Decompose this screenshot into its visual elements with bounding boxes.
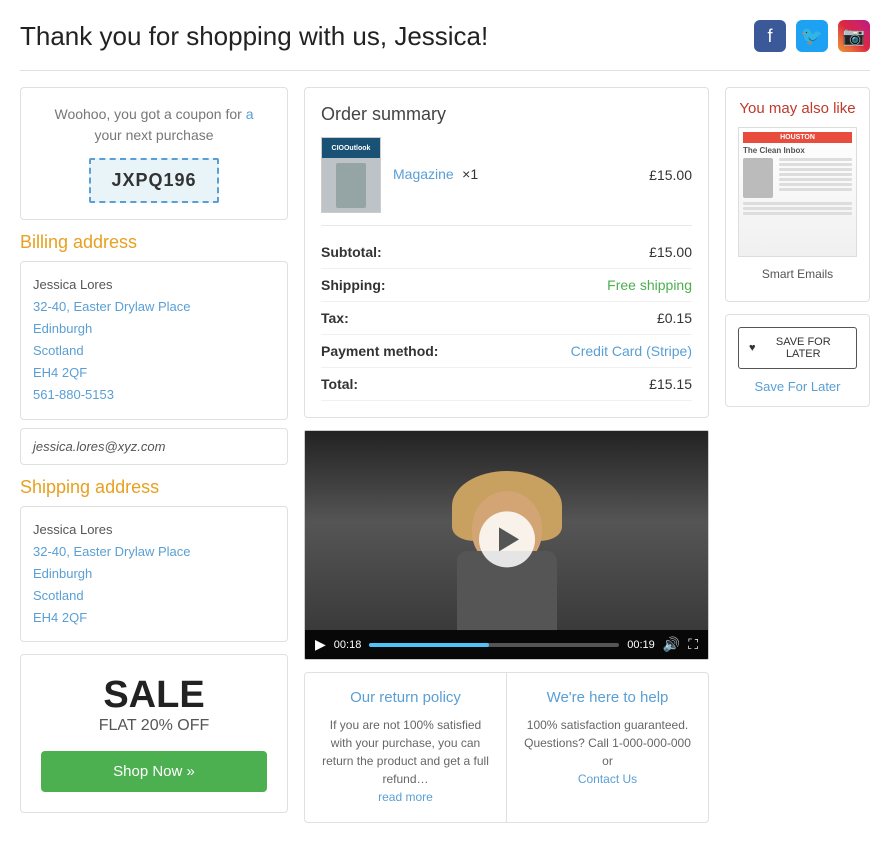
shop-now-button[interactable]: Shop Now » [41,751,267,792]
order-row-value: £15.15 [649,376,692,392]
magazine-cover: CIOOutlook [322,138,380,212]
main-layout: Woohoo, you got a coupon for a your next… [20,87,870,823]
order-row-label: Total: [321,376,358,392]
also-like-img-header: HOUSTON [743,132,852,143]
order-summary-title: Order summary [321,104,692,125]
order-item-qty: ×1 [462,166,478,182]
sale-title: SALE [41,675,267,717]
instagram-icon[interactable]: 📷 [838,20,870,52]
coupon-link[interactable]: a [246,106,254,122]
order-row: Shipping: Free shipping [321,269,692,302]
billing-title: Billing address [20,232,288,253]
order-item-row: CIOOutlook Magazine ×1 £15.00 [321,137,692,226]
billing-region: Scotland [33,340,275,362]
video-time-total: 00:19 [627,639,655,651]
shipping-region: Scotland [33,585,275,607]
right-column: You may also like HOUSTON The Clean Inbo… [725,87,870,823]
help-title: We're here to help [523,689,692,706]
heart-icon: ♥ [749,342,756,354]
order-item-info: Magazine ×1 [393,166,478,184]
right-content: Order summary CIOOutlook [304,87,709,823]
shipping-address1: 32-40, Easter Drylaw Place [33,541,275,563]
order-row-label: Payment method: [321,343,438,359]
help-col: We're here to help 100% satisfaction gua… [507,673,708,822]
magazine-header-text: CIOOutlook [332,145,371,152]
shipping-title: Shipping address [20,477,288,498]
save-later-button-label: SAVE FOR LATER [761,336,846,360]
billing-address-box: Jessica Lores 32-40, Easter Drylaw Place… [20,261,288,420]
billing-city: Edinburgh [33,318,275,340]
return-policy-title: Our return policy [321,689,490,706]
coupon-text: Woohoo, you got a coupon for a your next… [37,104,271,146]
shipping-city: Edinburgh [33,563,275,585]
video-fullscreen-icon[interactable]: ⛶ [688,636,698,653]
video-progress-bar[interactable] [369,643,619,647]
play-triangle-icon [499,527,519,551]
shipping-name: Jessica Lores [33,519,275,541]
sale-box: SALE FLAT 20% OFF Shop Now » [20,654,288,813]
facebook-icon[interactable]: f [754,20,786,52]
order-summary-section: Order summary CIOOutlook [304,87,709,418]
billing-phone: 561-880-5153 [33,384,275,406]
save-for-later-button[interactable]: ♥ SAVE FOR LATER [738,327,857,369]
order-row-value: £15.00 [649,244,692,260]
video-thumbnail [305,431,708,659]
save-later-label: Save For Later [755,379,841,394]
order-item-image: CIOOutlook [321,137,381,213]
return-policy-text: If you are not 100% satisfied with your … [321,716,490,806]
billing-postcode: EH4 2QF [33,362,275,384]
policy-row: Our return policy If you are not 100% sa… [304,672,709,823]
also-like-section: You may also like HOUSTON The Clean Inbo… [725,87,870,302]
shipping-postcode: EH4 2QF [33,607,275,629]
video-controls: ▶ 00:18 00:19 🔊 ⛶ [305,630,708,659]
order-row: Total: £15.15 [321,368,692,401]
coupon-code: JXPQ196 [89,158,218,203]
coupon-box: Woohoo, you got a coupon for a your next… [20,87,288,220]
social-icons: f 🐦 📷 [754,20,870,52]
shipping-address-box: Jessica Lores 32-40, Easter Drylaw Place… [20,506,288,642]
order-rows: Subtotal: £15.00 Shipping: Free shipping Tax… [321,236,692,401]
save-later-box: ♥ SAVE FOR LATER Save For Later [725,314,870,407]
order-row-value: Credit Card (Stripe) [571,343,692,359]
order-row: Payment method: Credit Card (Stripe) [321,335,692,368]
contact-us-link[interactable]: Contact Us [578,772,637,786]
order-row-value: £0.15 [657,310,692,326]
order-item-price: £15.00 [649,167,692,183]
video-play-icon[interactable]: ▶ [315,636,326,653]
order-row: Subtotal: £15.00 [321,236,692,269]
order-row-label: Tax: [321,310,349,326]
video-time-current: 00:18 [334,639,362,651]
billing-email: jessica.lores@xyz.com [20,428,288,465]
header: Thank you for shopping with us, Jessica!… [20,20,870,71]
sale-subtitle: FLAT 20% OFF [41,717,267,735]
help-text: 100% satisfaction guaranteed. Questions?… [523,716,692,788]
also-like-product-thumb [743,158,773,198]
billing-address1: 32-40, Easter Drylaw Place [33,296,275,318]
page-wrapper: Thank you for shopping with us, Jessica!… [0,0,890,843]
also-like-item-name: Smart Emails [738,267,857,281]
also-like-title: You may also like [738,100,857,117]
billing-name: Jessica Lores [33,274,275,296]
return-policy-read-more[interactable]: read more [378,790,433,804]
magazine-person [336,163,366,208]
page-title: Thank you for shopping with us, Jessica! [20,21,488,52]
return-policy-col: Our return policy If you are not 100% sa… [305,673,507,822]
also-like-image: HOUSTON The Clean Inbox [738,127,857,257]
video-play-button[interactable] [479,511,535,567]
order-row: Tax: £0.15 [321,302,692,335]
order-item-name: Magazine [393,166,454,182]
shipping-section: Shipping address Jessica Lores 32-40, Ea… [20,477,288,642]
video-volume-icon[interactable]: 🔊 [663,636,680,653]
video-section: ▶ 00:18 00:19 🔊 ⛶ [304,430,709,660]
order-row-value: Free shipping [607,277,692,293]
order-row-label: Subtotal: [321,244,382,260]
order-row-label: Shipping: [321,277,386,293]
video-progress-fill [369,643,489,647]
also-like-img-subtitle: The Clean Inbox [743,146,852,155]
twitter-icon[interactable]: 🐦 [796,20,828,52]
billing-section: Billing address Jessica Lores 32-40, Eas… [20,232,288,465]
left-sidebar: Woohoo, you got a coupon for a your next… [20,87,288,823]
